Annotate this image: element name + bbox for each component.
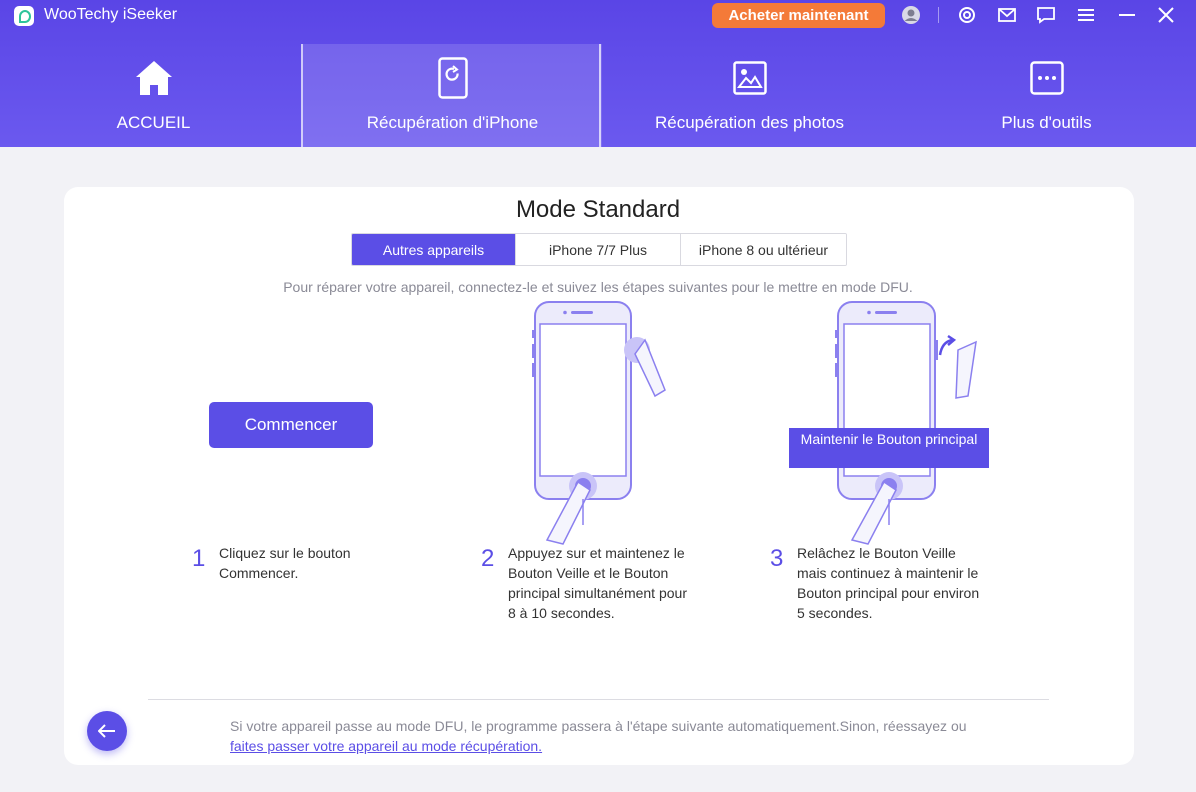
arrow-left-icon (98, 724, 115, 738)
tab-photo-recovery[interactable]: Récupération des photos (600, 44, 899, 147)
feedback-icon[interactable] (1035, 4, 1057, 26)
device-segmented-control: Autres appareils iPhone 7/7 Plus iPhone … (351, 233, 847, 266)
settings-icon[interactable] (956, 4, 978, 26)
segment-other-devices[interactable]: Autres appareils (352, 234, 516, 265)
app-logo-icon (14, 6, 34, 26)
tab-label: Récupération des photos (654, 113, 845, 132)
step-1-number: 1 (192, 545, 206, 572)
phone-illustration-step3 (835, 301, 977, 545)
close-icon[interactable] (1155, 4, 1177, 26)
phone-illustration-step2 (532, 301, 666, 545)
tab-iphone-recovery[interactable]: Récupération d'iPhone (303, 44, 602, 147)
buy-now-button[interactable]: Acheter maintenant (712, 3, 885, 28)
instruction-text: Pour réparer votre appareil, connectez-l… (283, 279, 913, 295)
user-icon[interactable] (900, 4, 922, 26)
step-3-text: Relâchez le Bouton Veille mais continuez… (797, 545, 980, 621)
minimize-icon[interactable] (1116, 4, 1138, 26)
segment-iphone-8[interactable]: iPhone 8 ou ultérieur (681, 234, 846, 265)
step-2-text: Appuyez sur et maintenez le Bouton Veill… (508, 545, 687, 621)
back-button[interactable] (87, 711, 127, 751)
page-title: Mode Standard (515, 196, 681, 223)
phone-refresh-icon (433, 57, 473, 99)
main-navigation: ACCUEIL Récupération d'iPhone Récupérati… (0, 44, 1196, 147)
step-3-number: 3 (770, 545, 784, 572)
step-1-text: Cliquez sur le bouton Commencer. (219, 545, 351, 581)
footer-hint-text: Si votre appareil passe au mode DFU, le … (230, 718, 967, 734)
photo-icon (730, 58, 770, 98)
menu-icon[interactable] (1075, 4, 1097, 26)
mail-icon[interactable] (996, 4, 1018, 26)
hold-home-tooltip: Maintenir le Bouton principal (789, 428, 989, 468)
segment-iphone-7[interactable]: iPhone 7/7 Plus (516, 234, 681, 265)
nav-divider (301, 44, 303, 147)
home-icon (134, 58, 174, 98)
nav-divider (599, 44, 601, 147)
tab-label: Plus d'outils (1001, 113, 1092, 132)
title-bar: WooTechy iSeeker Acheter maintenant (0, 0, 1196, 32)
app-title: WooTechy iSeeker (44, 6, 178, 23)
footer-hint: Si votre appareil passe au mode DFU, le … (230, 716, 990, 756)
tab-label: ACCUEIL (116, 113, 191, 132)
divider (148, 699, 1049, 700)
start-button[interactable]: Commencer (209, 402, 373, 448)
tab-home[interactable]: ACCUEIL (4, 44, 303, 147)
tab-label: Récupération d'iPhone (366, 113, 539, 132)
tab-more-tools[interactable]: Plus d'outils (897, 44, 1196, 147)
recovery-mode-link[interactable]: faites passer votre appareil au mode réc… (230, 738, 542, 754)
step-2-number: 2 (481, 545, 495, 572)
titlebar-separator (938, 7, 939, 23)
more-tools-icon (1027, 58, 1067, 98)
